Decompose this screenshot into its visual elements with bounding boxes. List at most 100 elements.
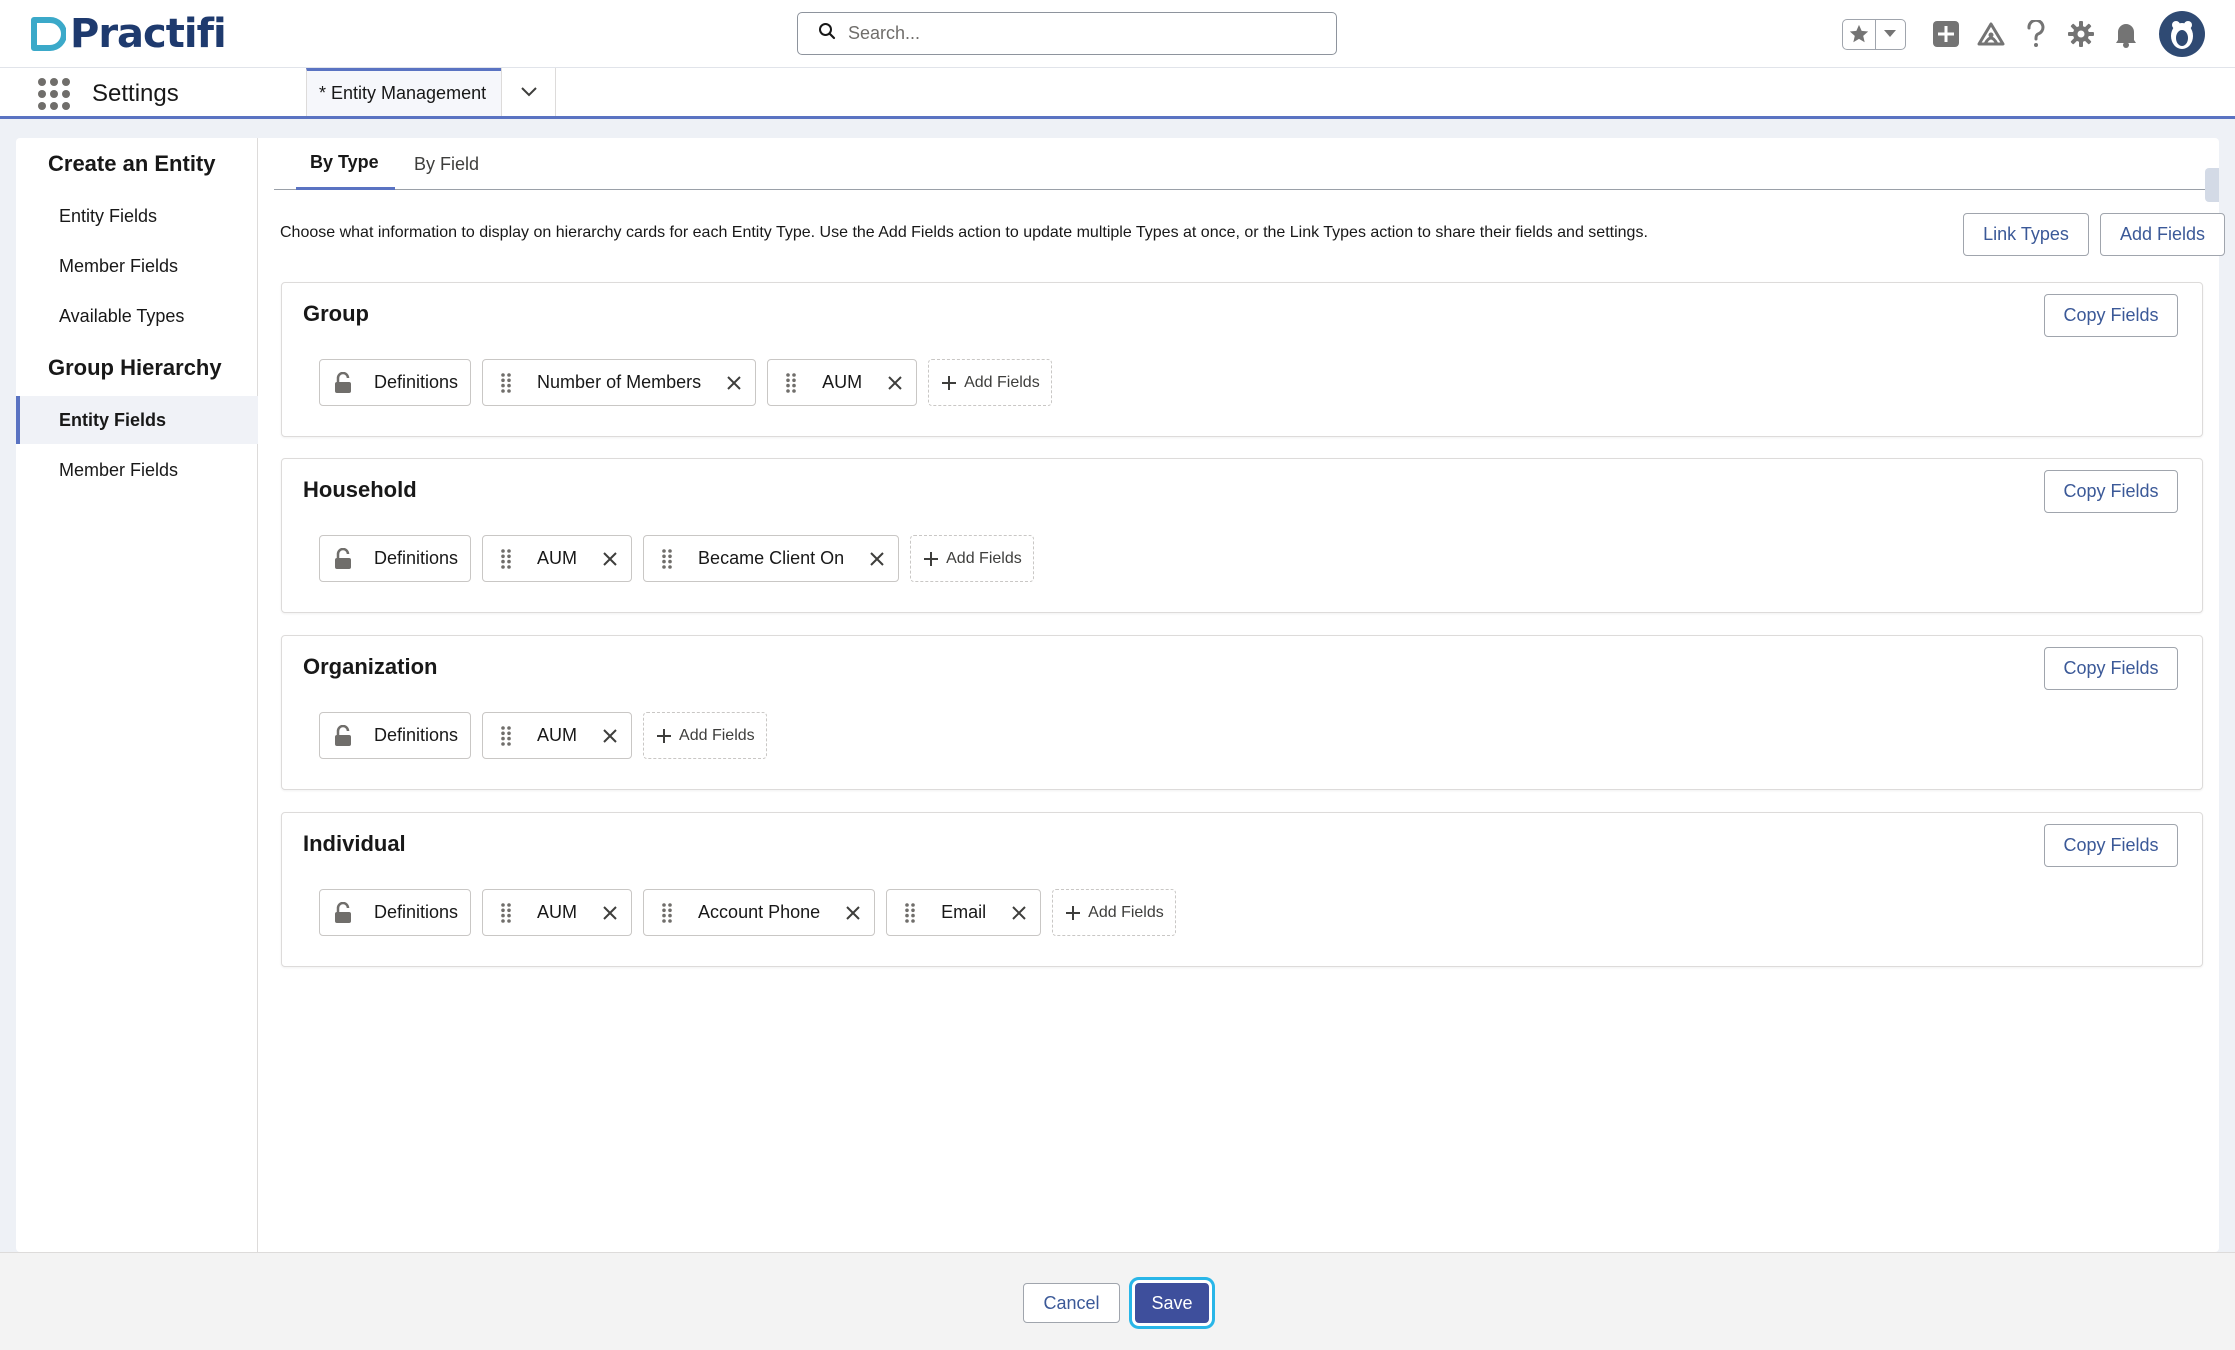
- drag-handle-icon[interactable]: [656, 548, 678, 570]
- lock-icon: [332, 901, 354, 924]
- trailhead-guidance-icon[interactable]: [1975, 18, 2007, 50]
- cancel-button[interactable]: Cancel: [1023, 1283, 1120, 1323]
- sidebar-item-hierarchy-entity-fields[interactable]: Entity Fields: [16, 396, 258, 444]
- field-chip[interactable]: AUM: [482, 889, 633, 936]
- notifications-bell-icon[interactable]: [2110, 18, 2142, 50]
- setup-gear-icon[interactable]: [2065, 18, 2097, 50]
- action-footer: Cancel Save: [0, 1252, 2235, 1350]
- copy-fields-button[interactable]: Copy Fields: [2044, 647, 2178, 690]
- remove-field-close-icon[interactable]: [601, 550, 619, 568]
- plus-icon: [922, 550, 940, 568]
- add-fields-chip-button[interactable]: Add Fields: [1052, 889, 1176, 936]
- drag-handle-icon[interactable]: [780, 372, 802, 394]
- field-chip-list: Definitions AUM Add Fields: [319, 712, 767, 759]
- chip-label: Add Fields: [964, 373, 1040, 391]
- entity-fields-content: By Type By Field Choose what information…: [258, 138, 2225, 1252]
- global-create-icon[interactable]: [1930, 18, 1962, 50]
- field-chip[interactable]: Account Phone: [643, 889, 876, 936]
- plus-icon: [940, 374, 958, 392]
- help-icon[interactable]: [2020, 18, 2052, 50]
- remove-field-close-icon[interactable]: [601, 904, 619, 922]
- entity-type-card-organization: Organization Copy Fields Definitions AUM…: [281, 635, 2203, 790]
- drag-handle-icon[interactable]: [656, 902, 678, 924]
- entity-type-card-individual: Individual Copy Fields Definitions AUM A…: [281, 812, 2203, 967]
- settings-sidebar: Create an Entity Entity Fields Member Fi…: [16, 138, 258, 1252]
- field-chip[interactable]: Email: [886, 889, 1042, 936]
- remove-field-close-icon[interactable]: [725, 374, 743, 392]
- chip-label: Definitions: [374, 372, 459, 392]
- practifi-logo[interactable]: Practifi: [30, 11, 227, 57]
- app-launcher-waffle-icon[interactable]: [38, 78, 70, 110]
- card-title: Organization: [303, 654, 438, 679]
- add-fields-button[interactable]: Add Fields: [2100, 213, 2225, 256]
- lock-icon: [332, 371, 354, 394]
- field-chip[interactable]: Became Client On: [643, 535, 900, 582]
- locked-definitions-chip: Definitions: [319, 359, 472, 406]
- user-avatar[interactable]: [2159, 11, 2205, 57]
- chip-label: Add Fields: [679, 726, 755, 744]
- logo-text: Practifi: [70, 11, 227, 57]
- tab-by-field[interactable]: By Field: [414, 138, 479, 190]
- tab-by-type[interactable]: By Type: [296, 138, 395, 190]
- add-fields-chip-button[interactable]: Add Fields: [910, 535, 1034, 582]
- global-search-input[interactable]: Search...: [797, 12, 1337, 55]
- sidebar-item-create-entity-fields[interactable]: Entity Fields: [16, 192, 258, 240]
- sidebar-heading-create-entity: Create an Entity: [48, 151, 216, 176]
- add-fields-chip-button[interactable]: Add Fields: [928, 359, 1052, 406]
- plus-icon: [655, 727, 673, 745]
- app-navigation-bar: Settings * Entity Management: [0, 68, 2235, 119]
- chip-label: Account Phone: [698, 902, 821, 922]
- remove-field-close-icon[interactable]: [868, 550, 886, 568]
- drag-handle-icon[interactable]: [495, 725, 517, 747]
- drag-handle-icon[interactable]: [495, 372, 517, 394]
- locked-definitions-chip: Definitions: [319, 712, 472, 759]
- entity-type-card-household: Household Copy Fields Definitions AUM Be…: [281, 458, 2203, 613]
- tab-entity-management[interactable]: * Entity Management: [306, 68, 501, 116]
- chip-label: Number of Members: [537, 372, 702, 392]
- header-utilities: [1842, 11, 2205, 57]
- drag-handle-icon[interactable]: [495, 902, 517, 924]
- drag-handle-icon[interactable]: [899, 902, 921, 924]
- link-types-button[interactable]: Link Types: [1963, 213, 2089, 256]
- favorites-button-group: [1842, 18, 1906, 50]
- tab-menu-chevron-down-icon[interactable]: [501, 68, 556, 116]
- locked-definitions-chip: Definitions: [319, 889, 472, 936]
- copy-fields-button[interactable]: Copy Fields: [2044, 824, 2178, 867]
- field-chip[interactable]: AUM: [482, 712, 633, 759]
- drag-handle-icon[interactable]: [495, 548, 517, 570]
- remove-field-close-icon[interactable]: [601, 727, 619, 745]
- copy-fields-button[interactable]: Copy Fields: [2044, 294, 2178, 337]
- remove-field-close-icon[interactable]: [886, 374, 904, 392]
- global-header: Practifi Search...: [0, 0, 2235, 68]
- sidebar-item-available-types[interactable]: Available Types: [16, 292, 258, 340]
- favorites-star-icon[interactable]: [1843, 19, 1876, 49]
- save-button[interactable]: Save: [1135, 1283, 1209, 1323]
- plus-icon: [1064, 904, 1082, 922]
- collapse-panel-handle[interactable]: [2205, 168, 2219, 202]
- remove-field-close-icon[interactable]: [844, 904, 862, 922]
- chip-label: AUM: [537, 725, 578, 745]
- chip-label: AUM: [822, 372, 863, 392]
- sidebar-item-hierarchy-member-fields[interactable]: Member Fields: [16, 446, 258, 494]
- chip-label: Add Fields: [946, 549, 1022, 567]
- chip-label: Add Fields: [1088, 903, 1164, 921]
- locked-definitions-chip: Definitions: [319, 535, 472, 582]
- search-placeholder: Search...: [848, 23, 921, 43]
- card-title: Individual: [303, 831, 406, 856]
- field-chip-list: Definitions Number of Members AUM Add Fi…: [319, 359, 1052, 406]
- chip-label: Email: [941, 902, 987, 922]
- remove-field-close-icon[interactable]: [1010, 904, 1028, 922]
- field-chip[interactable]: Number of Members: [482, 359, 757, 406]
- page-description: Choose what information to display on hi…: [280, 224, 1648, 241]
- chip-label: Became Client On: [698, 548, 845, 568]
- favorites-dropdown-icon[interactable]: [1876, 20, 1905, 49]
- field-chip-list: Definitions AUM Became Client On Add Fie…: [319, 535, 1034, 582]
- field-chip[interactable]: AUM: [767, 359, 918, 406]
- practifi-logo-icon: [30, 16, 67, 52]
- add-fields-chip-button[interactable]: Add Fields: [643, 712, 767, 759]
- sidebar-item-create-member-fields[interactable]: Member Fields: [16, 242, 258, 290]
- chip-label: AUM: [537, 548, 578, 568]
- field-chip[interactable]: AUM: [482, 535, 633, 582]
- copy-fields-button[interactable]: Copy Fields: [2044, 470, 2178, 513]
- chip-label: Definitions: [374, 548, 459, 568]
